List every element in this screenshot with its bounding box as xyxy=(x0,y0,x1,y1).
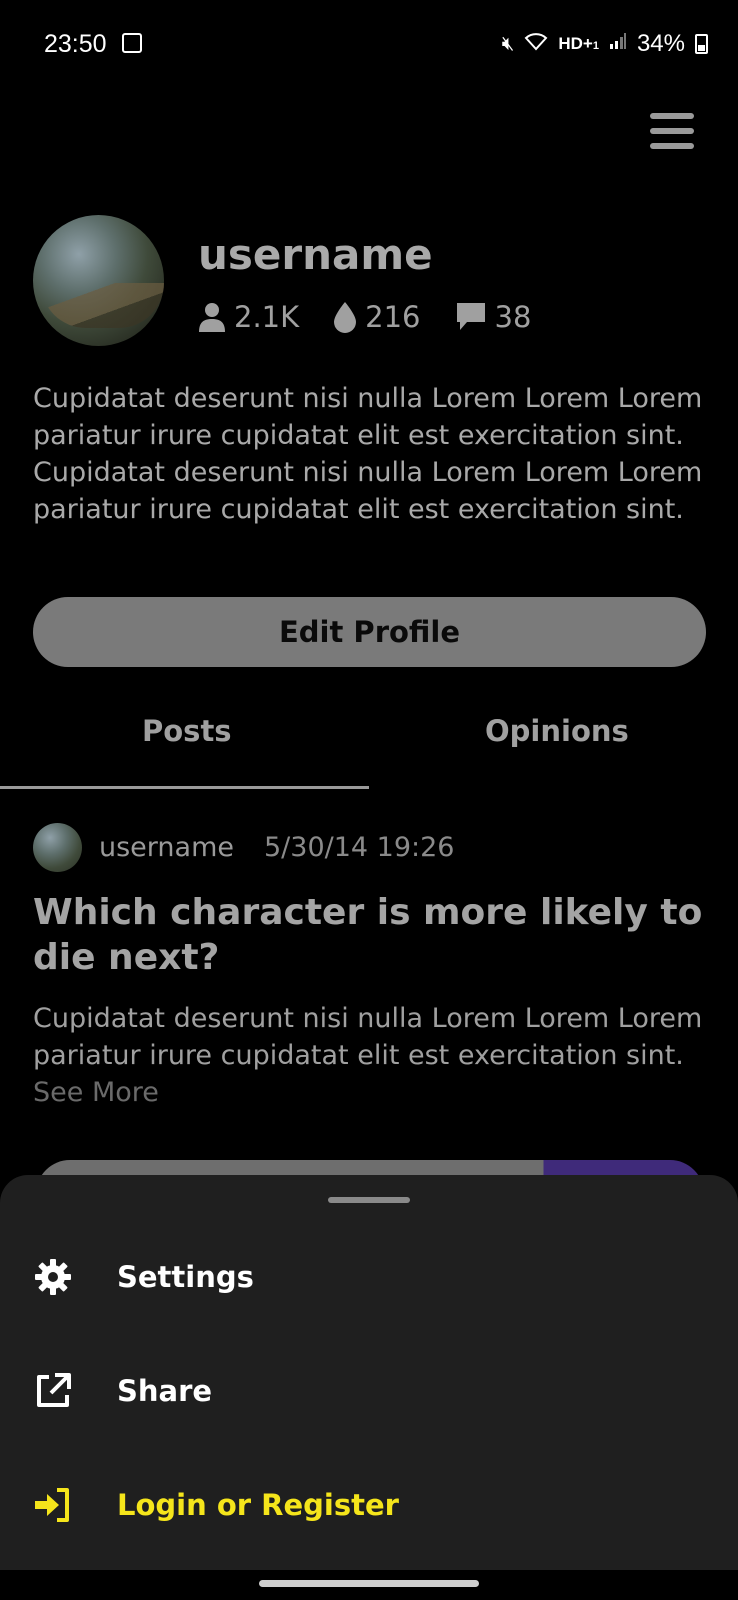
post-title[interactable]: Which character is more likely to die ne… xyxy=(33,890,713,980)
followers-stat[interactable]: 2.1K xyxy=(198,300,299,334)
profile-bio: Cupidatat deserunt nisi nulla Lorem Lore… xyxy=(33,383,703,525)
external-link-icon xyxy=(37,1373,71,1407)
drops-stat[interactable]: 216 xyxy=(333,300,421,334)
wifi-icon xyxy=(524,31,548,57)
gear-icon xyxy=(35,1259,71,1295)
share-label: Share xyxy=(117,1374,213,1408)
profile-username: username xyxy=(198,230,433,279)
drop-icon xyxy=(334,302,357,333)
network-type-icon: HD+1 xyxy=(558,34,599,53)
sheet-drag-handle[interactable] xyxy=(328,1197,410,1203)
login-register-menu-item[interactable]: Login or Register xyxy=(33,1485,399,1525)
tab-posts[interactable]: Posts xyxy=(142,714,232,748)
edit-profile-button[interactable]: Edit Profile xyxy=(33,597,706,667)
post-author-name[interactable]: username xyxy=(99,832,234,863)
login-register-label: Login or Register xyxy=(117,1488,399,1522)
profile-stats: 2.1K 216 38 xyxy=(198,300,531,334)
system-nav-bar xyxy=(0,1570,738,1600)
status-bar: 23:50 🔇︎ HD+1 34% xyxy=(0,0,738,90)
person-icon xyxy=(199,303,225,332)
battery-percent: 34% xyxy=(636,30,685,57)
tab-indicator xyxy=(0,786,369,789)
status-time: 23:50 xyxy=(44,30,107,58)
comment-icon xyxy=(456,303,485,330)
share-menu-item[interactable]: Share xyxy=(33,1371,212,1411)
hamburger-menu-icon[interactable] xyxy=(650,113,694,153)
see-more-link[interactable]: See More xyxy=(33,1077,159,1108)
tab-opinions[interactable]: Opinions xyxy=(485,714,629,748)
profile-avatar[interactable] xyxy=(33,215,164,346)
comments-stat[interactable]: 38 xyxy=(455,300,531,334)
settings-label: Settings xyxy=(117,1260,254,1294)
home-gesture-pill[interactable] xyxy=(259,1580,479,1587)
post-timestamp: 5/30/14 19:26 xyxy=(264,832,455,863)
mute-icon: 🔇︎ xyxy=(501,32,515,55)
post-author-avatar[interactable] xyxy=(33,823,82,872)
login-icon xyxy=(35,1488,69,1522)
battery-icon xyxy=(695,34,708,54)
settings-menu-item[interactable]: Settings xyxy=(33,1257,254,1297)
status-icons: 🔇︎ HD+1 34% xyxy=(502,30,708,58)
signal-icon xyxy=(609,32,627,56)
post-body: Cupidatat deserunt nisi nulla Lorem Lore… xyxy=(33,1003,703,1108)
gallery-notification-icon xyxy=(122,33,142,53)
